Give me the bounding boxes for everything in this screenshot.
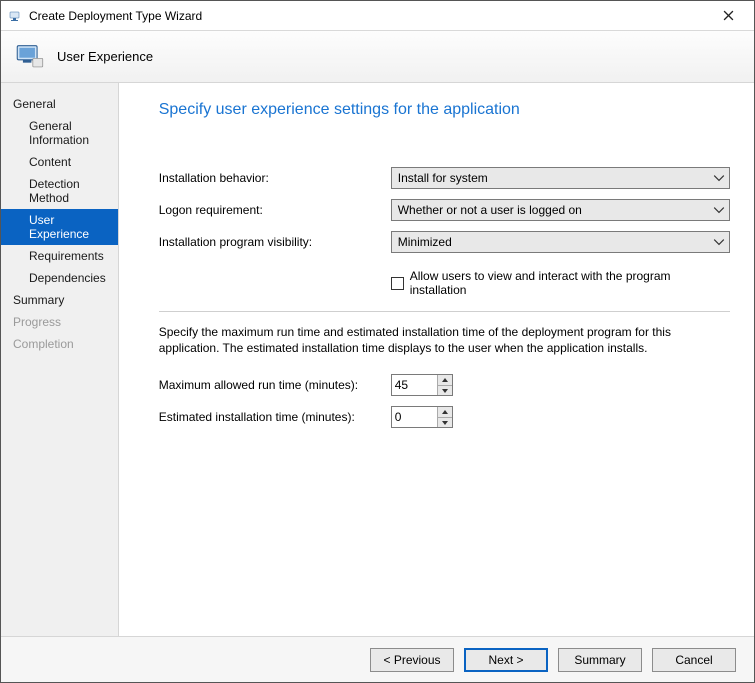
label-allow-interact: Allow users to view and interact with th…	[410, 269, 730, 297]
input-max-runtime[interactable]	[392, 378, 437, 392]
select-install-behavior[interactable]: Install for system	[391, 167, 730, 189]
wizard-sidebar: General General Information Content Dete…	[1, 83, 119, 636]
sidebar-group-summary[interactable]: Summary	[1, 289, 118, 311]
sidebar-item-user-experience[interactable]: User Experience	[1, 209, 118, 245]
instruction-text: Specify the maximum run time and estimat…	[159, 324, 730, 356]
sidebar-group-progress: Progress	[1, 311, 118, 333]
close-icon	[723, 10, 734, 21]
sidebar-item-requirements[interactable]: Requirements	[1, 245, 118, 267]
spinner-down-button[interactable]	[438, 417, 452, 427]
footer: < Previous Next > Summary Cancel	[1, 636, 754, 682]
chevron-up-icon	[442, 378, 448, 382]
checkbox-allow-interact[interactable]	[391, 277, 404, 290]
chevron-down-icon	[442, 389, 448, 393]
chevron-down-icon	[713, 236, 725, 248]
content-panel: Specify user experience settings for the…	[119, 83, 754, 636]
chevron-down-icon	[713, 204, 725, 216]
spinner-est-time[interactable]	[391, 406, 453, 428]
label-install-behavior: Installation behavior:	[159, 171, 391, 185]
label-est-time: Estimated installation time (minutes):	[159, 410, 391, 424]
body: General General Information Content Dete…	[1, 83, 754, 636]
sidebar-item-content[interactable]: Content	[1, 151, 118, 173]
label-logon-requirement: Logon requirement:	[159, 203, 391, 217]
select-install-behavior-value: Install for system	[398, 171, 488, 185]
spinner-up-button[interactable]	[438, 407, 452, 417]
computer-icon	[13, 40, 47, 74]
spinner-max-runtime[interactable]	[391, 374, 453, 396]
select-visibility-value: Minimized	[398, 235, 452, 249]
header-title: User Experience	[57, 49, 153, 64]
chevron-down-icon	[442, 421, 448, 425]
input-est-time[interactable]	[392, 410, 437, 424]
select-logon-requirement[interactable]: Whether or not a user is logged on	[391, 199, 730, 221]
sidebar-group-completion: Completion	[1, 333, 118, 355]
spinner-down-button[interactable]	[438, 385, 452, 395]
separator	[159, 311, 730, 312]
summary-button[interactable]: Summary	[558, 648, 642, 672]
select-visibility[interactable]: Minimized	[391, 231, 730, 253]
select-logon-requirement-value: Whether or not a user is logged on	[398, 203, 582, 217]
page-heading: Specify user experience settings for the…	[159, 101, 730, 119]
sidebar-item-general-information[interactable]: General Information	[1, 115, 118, 151]
app-icon	[7, 8, 23, 24]
sidebar-item-dependencies[interactable]: Dependencies	[1, 267, 118, 289]
sidebar-item-detection-method[interactable]: Detection Method	[1, 173, 118, 209]
chevron-up-icon	[442, 410, 448, 414]
next-button[interactable]: Next >	[464, 648, 548, 672]
previous-button[interactable]: < Previous	[370, 648, 454, 672]
chevron-down-icon	[713, 172, 725, 184]
header-band: User Experience	[1, 31, 754, 83]
titlebar: Create Deployment Type Wizard	[1, 1, 754, 31]
sidebar-group-general[interactable]: General	[1, 93, 118, 115]
cancel-button[interactable]: Cancel	[652, 648, 736, 672]
spinner-up-button[interactable]	[438, 375, 452, 385]
window-title: Create Deployment Type Wizard	[29, 9, 708, 23]
close-button[interactable]	[708, 2, 748, 30]
label-max-runtime: Maximum allowed run time (minutes):	[159, 378, 391, 392]
label-visibility: Installation program visibility:	[159, 235, 391, 249]
